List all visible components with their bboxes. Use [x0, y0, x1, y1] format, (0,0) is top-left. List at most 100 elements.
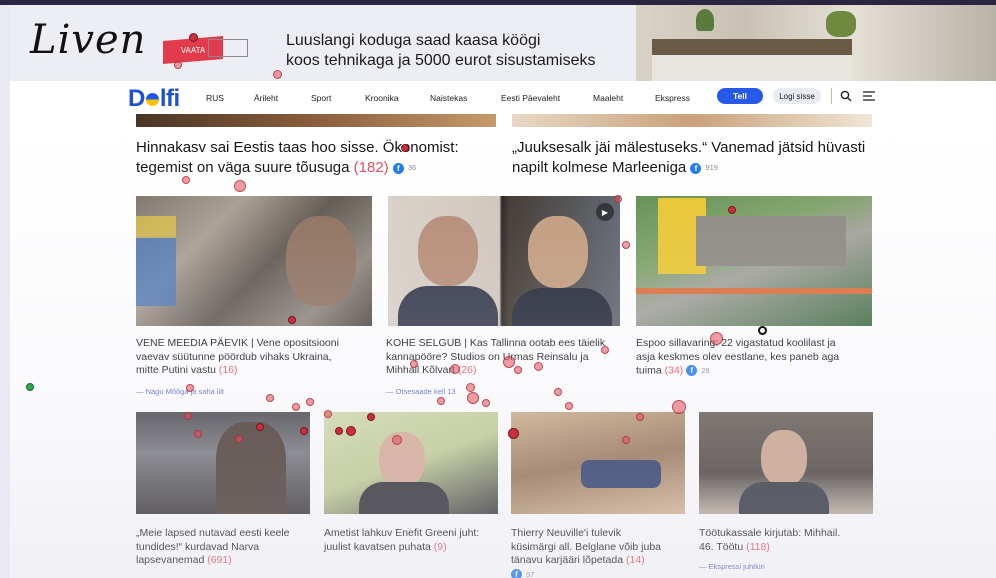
caption-line: lapsevanemad [136, 554, 205, 566]
caption-line: tänavu karjääri lõpetada [511, 554, 624, 566]
byline[interactable]: — Ekspressi juhtkiri [699, 562, 765, 571]
comment-count[interactable]: (182) [354, 159, 389, 176]
tracking-dot [503, 356, 515, 368]
tape-shape [636, 288, 872, 294]
tracking-dot [622, 241, 630, 249]
headline-line: napilt kolmese Marleeniga [512, 159, 687, 176]
ad-logo: Liven [30, 17, 147, 63]
nav-item-rus[interactable]: RUS [206, 93, 224, 103]
article-image-mihhail[interactable] [699, 412, 873, 514]
nav-item-naistekas[interactable]: Naistekas [430, 93, 467, 103]
nav-item-kroonika[interactable]: Kroonika [365, 93, 399, 103]
tracking-dot [235, 435, 243, 443]
article-image-classroom[interactable] [136, 412, 310, 514]
tracking-dot [324, 410, 332, 418]
tracking-dot [728, 206, 736, 214]
tracking-dot [410, 360, 418, 368]
nav-item-ekspress[interactable]: Ekspress [655, 93, 690, 103]
tracking-dot [306, 398, 314, 406]
suit-shape [739, 482, 829, 514]
article-image-strip[interactable] [136, 114, 496, 127]
caption-tootukassa[interactable]: Töötukassale kirjutab: Mihhail. 46. Tööt… [699, 527, 840, 554]
nav-item-eesti-paevaleht[interactable]: Eesti Päevaleht [501, 93, 560, 103]
tracking-dot [194, 430, 202, 438]
flag-shape [136, 216, 176, 238]
tracking-dot [367, 413, 375, 421]
article-image-strip[interactable] [512, 114, 872, 127]
caption-narva[interactable]: „Meie lapsed nutavad eesti keele tundide… [136, 527, 290, 568]
caption-russian-media[interactable]: VENE MEEDIA PÄEVIK | Vene opositsiooni v… [136, 337, 339, 378]
tracking-dot [292, 403, 300, 411]
nav-item-arileht[interactable]: Ärileht [254, 93, 278, 103]
tracking-dot [482, 399, 490, 407]
caption-espoo[interactable]: Espoo sillavaring: 22 vigastatud koolila… [636, 337, 839, 378]
tracking-dot [401, 144, 409, 152]
nav-item-sport[interactable]: Sport [311, 93, 331, 103]
caption-line: „Meie lapsed nutavad eesti keele [136, 527, 290, 539]
tracking-dot [256, 423, 264, 431]
comment-count[interactable]: (26) [458, 364, 477, 376]
face-shape [761, 430, 807, 486]
headline-line: „Juuksesalk jäi mälestuseks.“ Vanemad jä… [512, 139, 866, 156]
tracking-dot [514, 366, 522, 374]
nav-item-maaleht[interactable]: Maaleht [593, 93, 623, 103]
tracking-dot [437, 397, 445, 405]
caption-line: juulist kavatsen puhata [324, 540, 431, 553]
browser-page: Liven VAATA Luuslangi koduga saad kaasa … [10, 5, 996, 578]
tracking-dot [450, 364, 460, 374]
caption-line: küsimärgi all. Belglane võib juba [511, 540, 661, 553]
menu-icon[interactable] [863, 91, 875, 101]
comment-count[interactable]: (14) [626, 554, 645, 566]
headline-inflation[interactable]: Hinnakasv sai Eestis taas hoo sisse. Öko… [136, 138, 459, 178]
kitchen-cabinet [652, 55, 852, 81]
tracking-dot [189, 33, 198, 42]
comment-count[interactable]: (691) [207, 554, 232, 566]
face-shape [418, 216, 478, 286]
comment-count[interactable]: (34) [665, 365, 684, 377]
article-image-protest[interactable] [136, 196, 372, 326]
caption-neuville[interactable]: Thierry Neuville'i tulevik küsimärgi all… [511, 527, 661, 578]
tracking-dot [184, 412, 192, 420]
search-icon[interactable] [840, 90, 852, 102]
ad-banner[interactable]: Liven VAATA Luuslangi koduga saad kaasa … [10, 5, 996, 81]
caption-line: tuima [636, 364, 662, 377]
byline[interactable]: — Otsesaade kell 13 [386, 387, 456, 396]
byline[interactable]: — Nagu Mõõga ja saha lilt [136, 387, 224, 396]
comment-count[interactable]: (16) [219, 364, 238, 376]
suit-shape [398, 286, 498, 326]
tracking-dot [601, 346, 609, 354]
car-shape [581, 460, 661, 488]
caption-tallinn[interactable]: KOHE SELGUB | Kas Tallinna ootab ees täi… [386, 337, 605, 378]
subscribe-button[interactable]: Tell [717, 88, 763, 104]
caption-line: kannapööre? Studios on Urmas Reinsalu ja [386, 350, 589, 363]
tracking-dot [636, 413, 644, 421]
caption-line: VENE MEEDIA PÄEVIK | Vene opositsiooni [136, 337, 339, 349]
tracking-dot [273, 70, 282, 79]
headline-marleen[interactable]: „Juuksesalk jäi mälestuseks.“ Vanemad jä… [512, 138, 865, 178]
caption-line: 46. Töötu [699, 540, 744, 553]
tracking-dot [554, 388, 562, 396]
facebook-icon: f [392, 162, 404, 174]
play-icon[interactable]: ▶ [596, 203, 614, 221]
tracking-dot [288, 316, 296, 324]
kitchen-counter [652, 39, 852, 55]
headline-line: tegemist on väga suure tõusuga [136, 159, 350, 176]
login-button[interactable]: Logi sisse [773, 88, 821, 104]
article-image-portraits[interactable] [388, 196, 620, 326]
tracking-dot [758, 326, 767, 335]
caption-line: vaevav süütunne pöördub vihaks Ukraina, [136, 350, 332, 363]
caption-line: KOHE SELGUB | Kas Tallinna ootab ees täi… [386, 337, 606, 349]
caption-line: Thierry Neuville'i tulevik [511, 527, 621, 539]
caption-enefit[interactable]: Ametist lahkuv Enefit Greeni juht: juuli… [324, 527, 479, 554]
article-image-rally[interactable] [511, 412, 685, 514]
article-image-bridge[interactable] [636, 196, 872, 326]
comment-count[interactable]: (118) [746, 541, 770, 553]
headline-line: Hinnakasv sai Eestis taas hoo sisse. Öko… [136, 139, 459, 156]
tracking-dot [534, 362, 543, 371]
delfi-logo[interactable]: Dlfi [128, 85, 180, 113]
comment-count[interactable]: (9) [434, 541, 447, 553]
brand-rest: lfi [159, 85, 180, 112]
caption-line: Espoo sillavaring: 22 vigastatud koolila… [636, 337, 836, 349]
tracking-dot [565, 402, 573, 410]
person-shape [216, 422, 286, 514]
